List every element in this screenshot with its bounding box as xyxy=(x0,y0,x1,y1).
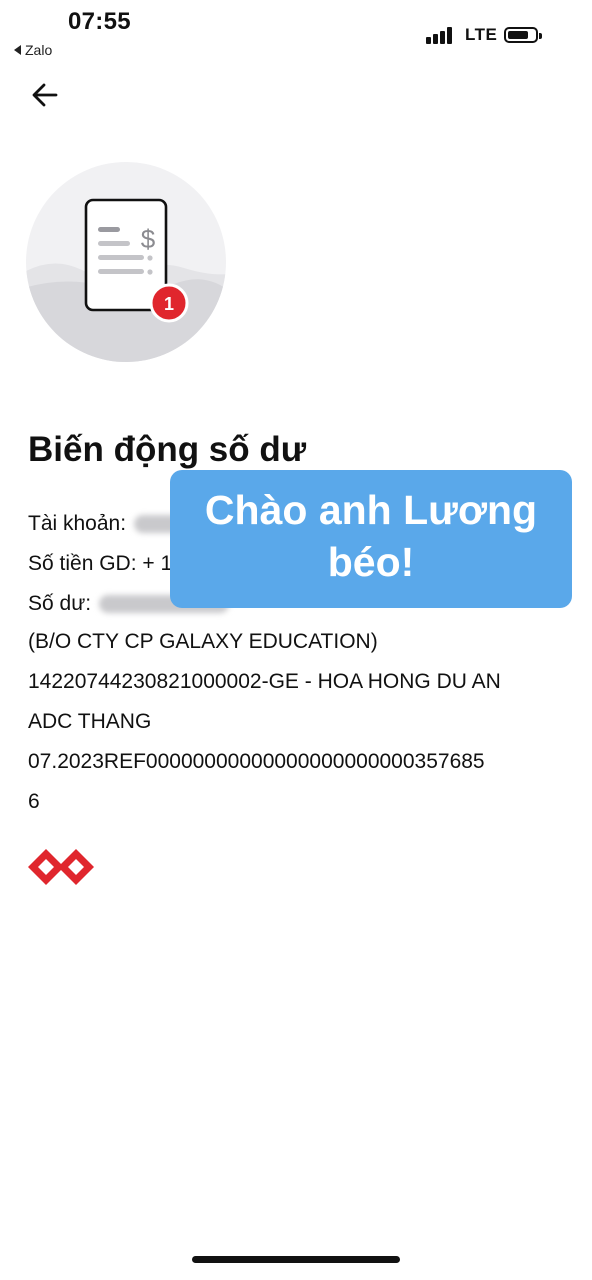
notification-illustration: $ 1 xyxy=(24,160,228,364)
signal-strength-icon xyxy=(426,26,458,44)
back-to-app-link[interactable]: Zalo xyxy=(14,42,52,58)
description-line: ADC THANG xyxy=(28,710,152,733)
back-button[interactable] xyxy=(28,78,62,112)
caption-line-2: béo! xyxy=(327,539,415,585)
overlay-caption: Chào anh Lương béo! xyxy=(170,470,572,608)
description-line: 14220744230821000002-GE - HOA HONG DU AN xyxy=(28,670,501,693)
notification-badge: 1 xyxy=(149,283,189,323)
arrow-left-icon xyxy=(32,83,58,107)
network-type: LTE xyxy=(465,25,498,44)
home-indicator[interactable] xyxy=(192,1256,400,1263)
description-line: 07.2023REF00000000000000000000000357685 xyxy=(28,750,485,773)
battery-icon xyxy=(504,27,542,43)
bank-logo-icon xyxy=(26,842,96,892)
account-label: Tài khoản: xyxy=(28,512,127,535)
back-triangle-icon xyxy=(14,45,21,55)
description-line: 6 xyxy=(28,790,40,813)
back-app-label: Zalo xyxy=(25,42,53,58)
badge-count: 1 xyxy=(164,294,174,314)
page-title: Biến động số dư xyxy=(28,430,307,469)
balance-label: Số dư: xyxy=(28,592,92,615)
caption-line-1: Chào anh Lương xyxy=(204,487,538,533)
description-line: (B/O CTY CP GALAXY EDUCATION) xyxy=(28,630,378,653)
status-time: 07:55 xyxy=(68,8,131,35)
svg-text:$: $ xyxy=(141,224,156,254)
